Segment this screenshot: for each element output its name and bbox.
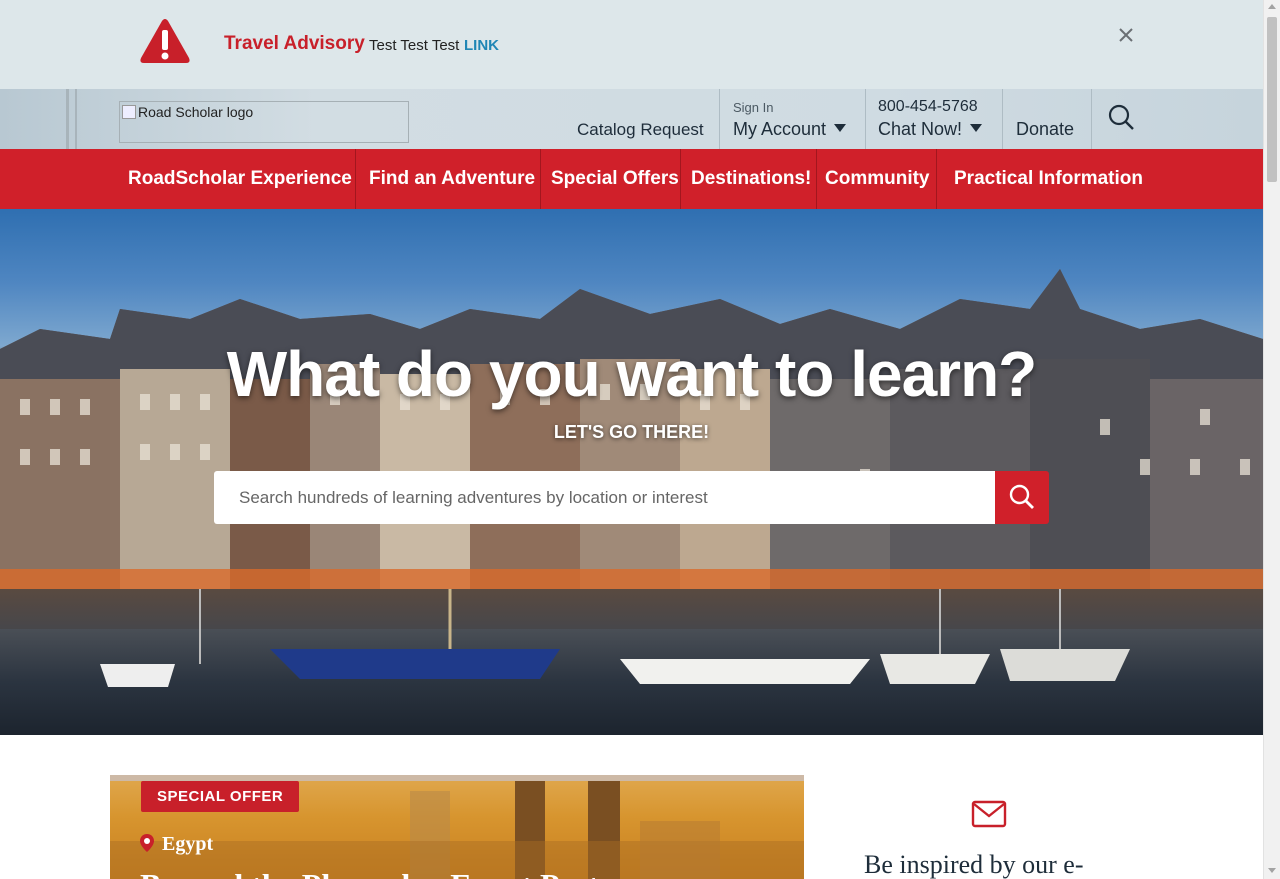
- special-offer-card[interactable]: SPECIAL OFFER Egypt Beyond the Pharaohs:…: [110, 775, 804, 879]
- header-divider: [719, 89, 720, 149]
- nav-item-roadscholar-experience[interactable]: RoadScholar Experience: [128, 149, 352, 209]
- warning-triangle-icon: [140, 19, 190, 63]
- special-offer-badge: SPECIAL OFFER: [141, 781, 300, 812]
- travel-advisory-banner: Travel Advisory Test Test Test LINK: [0, 0, 1263, 89]
- scroll-down-arrow-icon[interactable]: [1268, 868, 1276, 873]
- hero-search-button[interactable]: [995, 471, 1049, 524]
- header-divider: [865, 89, 866, 149]
- newsletter-signup: Be inspired by our e-: [840, 780, 1140, 879]
- advisory-title: Travel Advisory: [224, 33, 365, 54]
- search-icon: [1009, 484, 1034, 509]
- hero-search-input[interactable]: [214, 471, 995, 524]
- search-icon[interactable]: [1107, 103, 1135, 131]
- site-logo[interactable]: Road Scholar logo: [119, 101, 409, 143]
- phone-number[interactable]: 800-454-5768: [878, 98, 978, 116]
- nav-item-community[interactable]: Community: [825, 149, 930, 209]
- nav-divider: [936, 149, 937, 209]
- hero-search-box: [214, 471, 995, 524]
- donate-link[interactable]: Donate: [1016, 119, 1074, 140]
- logo-alt-text: Road Scholar logo: [138, 104, 254, 120]
- offer-location-label: Egypt: [162, 833, 214, 855]
- hero-title: What do you want to learn?: [226, 338, 1038, 410]
- nav-divider: [540, 149, 541, 209]
- header-mast-decor: [66, 89, 69, 149]
- header-divider: [1002, 89, 1003, 149]
- nav-divider: [816, 149, 817, 209]
- advisory-text: Test Test Test: [369, 37, 460, 54]
- nav-divider: [680, 149, 681, 209]
- advisory-link[interactable]: LINK: [464, 37, 499, 54]
- close-icon[interactable]: [1114, 23, 1138, 47]
- chevron-down-icon: [970, 124, 983, 132]
- nav-item-find-an-adventure[interactable]: Find an Adventure: [369, 149, 535, 209]
- chat-now-menu[interactable]: Chat Now!: [878, 119, 983, 140]
- my-account-menu[interactable]: My Account: [733, 119, 847, 140]
- mail-icon: [971, 800, 1007, 828]
- nav-item-destinations[interactable]: Destinations!: [691, 149, 811, 209]
- my-account-label: My Account: [733, 119, 827, 139]
- main-nav: RoadScholar Experience Find an Adventure…: [0, 149, 1263, 209]
- sign-in-label[interactable]: Sign In: [733, 100, 773, 115]
- catalog-request-link[interactable]: Catalog Request: [577, 120, 704, 140]
- header-divider: [1091, 89, 1092, 149]
- hero-banner: What do you want to learn? LET'S GO THER…: [0, 209, 1263, 735]
- nav-divider: [355, 149, 356, 209]
- header-mast-decor: [75, 89, 77, 149]
- newsletter-heading: Be inspired by our e-: [864, 850, 1084, 879]
- scroll-up-arrow-icon[interactable]: [1268, 4, 1276, 9]
- offer-headline: Beyond the Pharaohs: Egypt Past: [140, 867, 599, 879]
- chat-now-label: Chat Now!: [878, 119, 963, 139]
- nav-item-special-offers[interactable]: Special Offers: [551, 149, 679, 209]
- map-pin-icon: [140, 834, 154, 852]
- site-header: Road Scholar logo Catalog Request Sign I…: [0, 89, 1263, 149]
- chevron-down-icon: [834, 124, 847, 132]
- boats-illustration: [100, 589, 1130, 687]
- broken-image-icon: [122, 105, 136, 119]
- hero-subtitle: LET'S GO THERE!: [553, 422, 710, 442]
- scrollbar-thumb[interactable]: [1267, 17, 1277, 182]
- vertical-scrollbar[interactable]: [1263, 0, 1280, 879]
- nav-item-practical-information[interactable]: Practical Information: [954, 149, 1143, 209]
- offer-location: Egypt: [140, 833, 213, 856]
